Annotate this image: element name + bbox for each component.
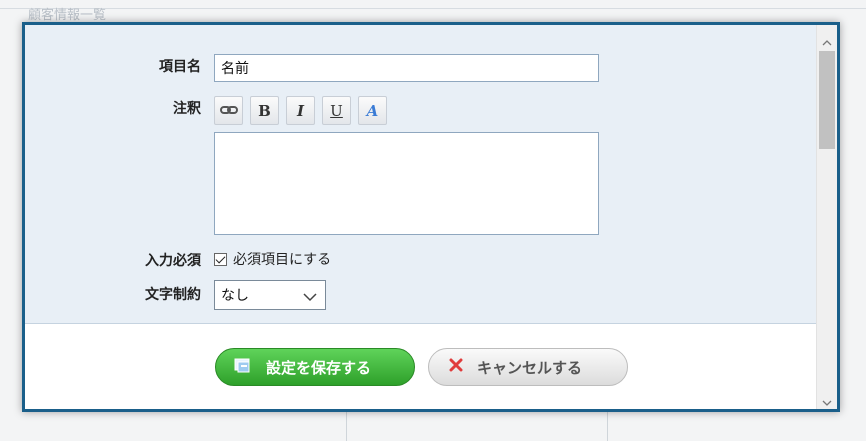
form-area: 項目名 名前 注釈 B I U A 入力必須 必須項目にする 文字制約 なし xyxy=(25,25,819,324)
required-checkbox-label[interactable]: 必須項目にする xyxy=(233,249,331,269)
save-icon xyxy=(234,357,254,377)
close-icon xyxy=(449,358,463,376)
edit-field-dialog: 項目名 名前 注釈 B I U A 入力必須 必須項目にする 文字制約 なし 設… xyxy=(22,22,840,412)
cancel-button[interactable]: キャンセルする xyxy=(428,348,628,386)
text-color-button[interactable]: A xyxy=(358,96,387,125)
scroll-down-icon[interactable] xyxy=(822,392,832,406)
required-label: 入力必須 xyxy=(145,253,201,269)
text-color-icon: A xyxy=(366,101,379,120)
bold-button[interactable]: B xyxy=(250,96,279,125)
item-name-label: 項目名 xyxy=(159,59,201,75)
char-limit-label: 文字制約 xyxy=(145,287,201,303)
save-settings-label: 設定を保存する xyxy=(266,358,372,377)
annotation-label: 注釈 xyxy=(173,101,201,117)
underline-button[interactable]: U xyxy=(322,96,351,125)
cancel-label: キャンセルする xyxy=(477,358,583,377)
required-checkbox-row[interactable]: 必須項目にする xyxy=(214,249,331,269)
char-limit-select[interactable]: なし xyxy=(214,280,326,310)
required-checkbox[interactable] xyxy=(214,252,227,266)
scroll-up-icon[interactable] xyxy=(822,32,832,46)
italic-button[interactable]: I xyxy=(286,96,315,125)
link-icon xyxy=(219,102,238,120)
background-divider xyxy=(0,8,866,9)
annotation-textarea[interactable] xyxy=(214,132,599,235)
background-heading: 顧客情報一覧 xyxy=(28,8,107,23)
chevron-down-icon xyxy=(303,290,317,306)
char-limit-selected: なし xyxy=(221,288,249,304)
save-settings-button[interactable]: 設定を保存する xyxy=(215,348,415,386)
vertical-scrollbar[interactable] xyxy=(816,25,837,409)
scrollbar-thumb[interactable] xyxy=(819,51,835,149)
link-button[interactable] xyxy=(214,96,243,125)
item-name-input[interactable]: 名前 xyxy=(214,54,599,82)
